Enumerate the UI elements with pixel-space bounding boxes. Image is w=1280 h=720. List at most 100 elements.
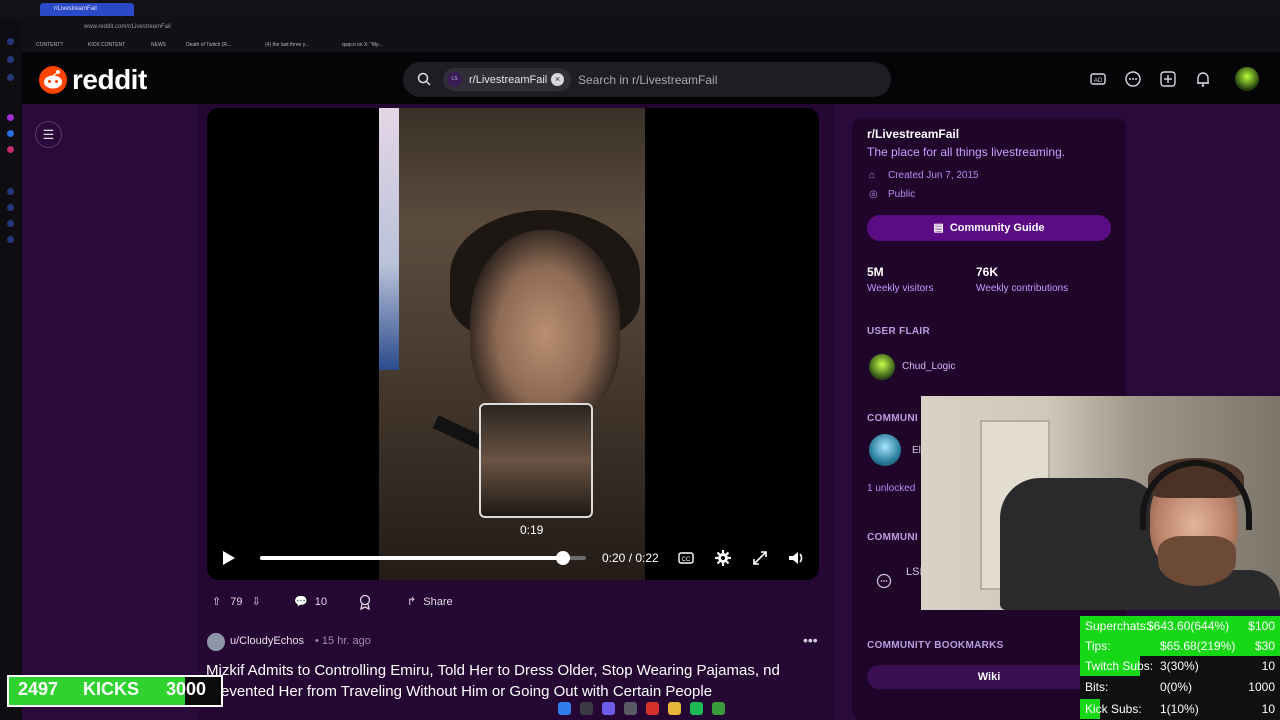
goal-target: $30 bbox=[1254, 639, 1275, 653]
rail-app-icon[interactable] bbox=[7, 38, 14, 45]
community-achievement-text: El bbox=[912, 445, 921, 456]
browser-tab[interactable]: r/LivestreamFail bbox=[40, 3, 134, 16]
play-icon[interactable] bbox=[219, 549, 237, 567]
rail-app-icon[interactable] bbox=[7, 204, 14, 211]
search-taskbar-icon[interactable] bbox=[580, 702, 593, 715]
app-taskbar-icon[interactable] bbox=[624, 702, 637, 715]
flair-name[interactable]: Chud_Logic bbox=[902, 361, 955, 372]
wiki-button[interactable]: Wiki bbox=[867, 665, 1111, 689]
more-options-icon[interactable]: ••• bbox=[803, 632, 818, 648]
menu-icon[interactable]: ☰ bbox=[35, 121, 62, 148]
bookmark-item[interactable]: NEWS bbox=[151, 42, 166, 48]
reddit-wordmark[interactable]: reddit bbox=[72, 64, 147, 96]
video-frame-detail bbox=[379, 108, 399, 370]
volume-icon[interactable] bbox=[786, 548, 806, 568]
user-avatar[interactable] bbox=[1235, 67, 1259, 91]
settings-gear-icon[interactable] bbox=[713, 548, 733, 568]
goal-value: $643.60(644%) bbox=[1147, 619, 1230, 633]
kicks-target: 3000 bbox=[166, 679, 207, 699]
created-date: Created Jun 7, 2015 bbox=[888, 170, 979, 181]
goal-target: 10 bbox=[1261, 702, 1275, 716]
chat-bubble-icon bbox=[876, 573, 892, 589]
post-author[interactable]: u/CloudyEchos bbox=[230, 635, 304, 647]
search-scope-label: r/LivestreamFail bbox=[469, 74, 548, 86]
tab-title: r/LivestreamFail bbox=[54, 6, 97, 12]
goal-label: Bits: bbox=[1085, 680, 1109, 694]
spotify-taskbar-icon[interactable] bbox=[690, 702, 703, 715]
share-button[interactable]: ↱ Share bbox=[407, 591, 467, 613]
user-flair-heading: USER FLAIR bbox=[867, 326, 930, 337]
community-guide-label: Community Guide bbox=[949, 222, 1045, 234]
svg-text:AD: AD bbox=[1094, 78, 1103, 84]
browser-taskbar-icon[interactable] bbox=[646, 702, 659, 715]
kicks-label: KICKS bbox=[83, 679, 140, 699]
goal-label: Kick Subs: bbox=[1085, 702, 1142, 716]
comment-icon: 💬 bbox=[294, 596, 308, 608]
svg-text:CC: CC bbox=[682, 557, 691, 563]
url-text[interactable]: www.reddit.com/r/LivestreamFail bbox=[84, 24, 171, 30]
bookmark-item[interactable]: CONTENT? bbox=[36, 42, 63, 48]
vote-count: 79 bbox=[230, 596, 243, 608]
downvote-icon[interactable]: ⇩ bbox=[252, 596, 261, 608]
notifications-icon[interactable] bbox=[1194, 70, 1212, 88]
avatar[interactable] bbox=[207, 633, 225, 651]
goal-row: Superchats: $643.60(644%) $100 bbox=[1080, 616, 1280, 636]
bookmark-item[interactable]: quqco on X: "My... bbox=[342, 42, 382, 48]
kicks-current: 2497 bbox=[18, 679, 59, 699]
rail-app-icon[interactable] bbox=[7, 188, 14, 195]
bookmark-item[interactable]: (4) the last three y... bbox=[265, 42, 309, 48]
video-progress-fill bbox=[260, 556, 564, 560]
share-icon: ↱ bbox=[407, 596, 417, 608]
award-icon[interactable] bbox=[358, 591, 378, 613]
goal-label: Tips: bbox=[1085, 639, 1111, 653]
goal-value: $65.68(219%) bbox=[1160, 639, 1236, 653]
visibility-label: Public bbox=[888, 189, 916, 200]
vote-control: ⇧ 79 ⇩ bbox=[212, 591, 272, 613]
rail-app-icon[interactable] bbox=[7, 74, 14, 81]
comments-button[interactable]: 💬 10 bbox=[294, 591, 334, 613]
community-name[interactable]: r/LivestreamFail bbox=[867, 127, 959, 141]
video-frame-detail bbox=[470, 230, 620, 420]
reddit-logo-icon[interactable] bbox=[39, 66, 67, 94]
rail-app-icon[interactable] bbox=[7, 236, 14, 243]
address-bar[interactable] bbox=[0, 18, 1280, 38]
goal-target: 10 bbox=[1261, 659, 1275, 673]
goal-target: $100 bbox=[1248, 619, 1275, 633]
browser-side-rail bbox=[0, 18, 22, 720]
app-taskbar-icon[interactable] bbox=[712, 702, 725, 715]
bookmark-item[interactable]: KICK CONTENT bbox=[88, 42, 125, 48]
bookmark-item[interactable]: Death of Twitch (R... bbox=[186, 42, 231, 48]
subreddit-avatar: LS bbox=[447, 72, 462, 87]
unlocked-count[interactable]: 1 unlocked bbox=[867, 483, 915, 494]
video-progress-bar[interactable] bbox=[260, 551, 586, 565]
stat-label: Weekly visitors bbox=[867, 283, 934, 294]
community-section-heading: COMMUNI bbox=[867, 413, 918, 424]
goal-label: Superchats: bbox=[1085, 619, 1150, 633]
goal-target: 1000 bbox=[1248, 680, 1275, 694]
create-post-icon[interactable] bbox=[1159, 70, 1177, 88]
chat-icon[interactable] bbox=[1124, 70, 1142, 88]
rail-app-icon[interactable] bbox=[7, 130, 14, 137]
goal-row: Bits: 0(0%) 1000 bbox=[1080, 677, 1280, 697]
app-taskbar-icon[interactable] bbox=[602, 702, 615, 715]
search-placeholder: Search in r/LivestreamFail bbox=[578, 73, 718, 87]
rail-app-icon[interactable] bbox=[7, 56, 14, 63]
community-guide-button[interactable]: ▤ Community Guide bbox=[867, 215, 1111, 241]
captions-icon[interactable]: CC bbox=[676, 548, 696, 568]
rail-app-icon[interactable] bbox=[7, 146, 14, 153]
advertise-icon[interactable]: AD bbox=[1089, 70, 1107, 88]
share-label: Share bbox=[423, 596, 453, 608]
folder-taskbar-icon[interactable] bbox=[668, 702, 681, 715]
upvote-icon[interactable]: ⇧ bbox=[212, 596, 221, 608]
post-title[interactable]: Mizkif Admits to Controlling Emiru, Told… bbox=[206, 660, 816, 702]
bookmarks-heading: COMMUNITY BOOKMARKS bbox=[867, 640, 1004, 651]
rail-app-icon[interactable] bbox=[7, 114, 14, 121]
video-timecode: 0:20 / 0:22 bbox=[602, 551, 659, 565]
clear-scope-icon[interactable]: × bbox=[551, 73, 564, 86]
community-achievement-avatar[interactable] bbox=[869, 434, 901, 466]
rail-app-icon[interactable] bbox=[7, 220, 14, 227]
goal-value: 1(10%) bbox=[1160, 702, 1199, 716]
fullscreen-icon[interactable] bbox=[750, 548, 770, 568]
goal-value: 0(0%) bbox=[1160, 680, 1193, 694]
start-icon[interactable] bbox=[558, 702, 571, 715]
